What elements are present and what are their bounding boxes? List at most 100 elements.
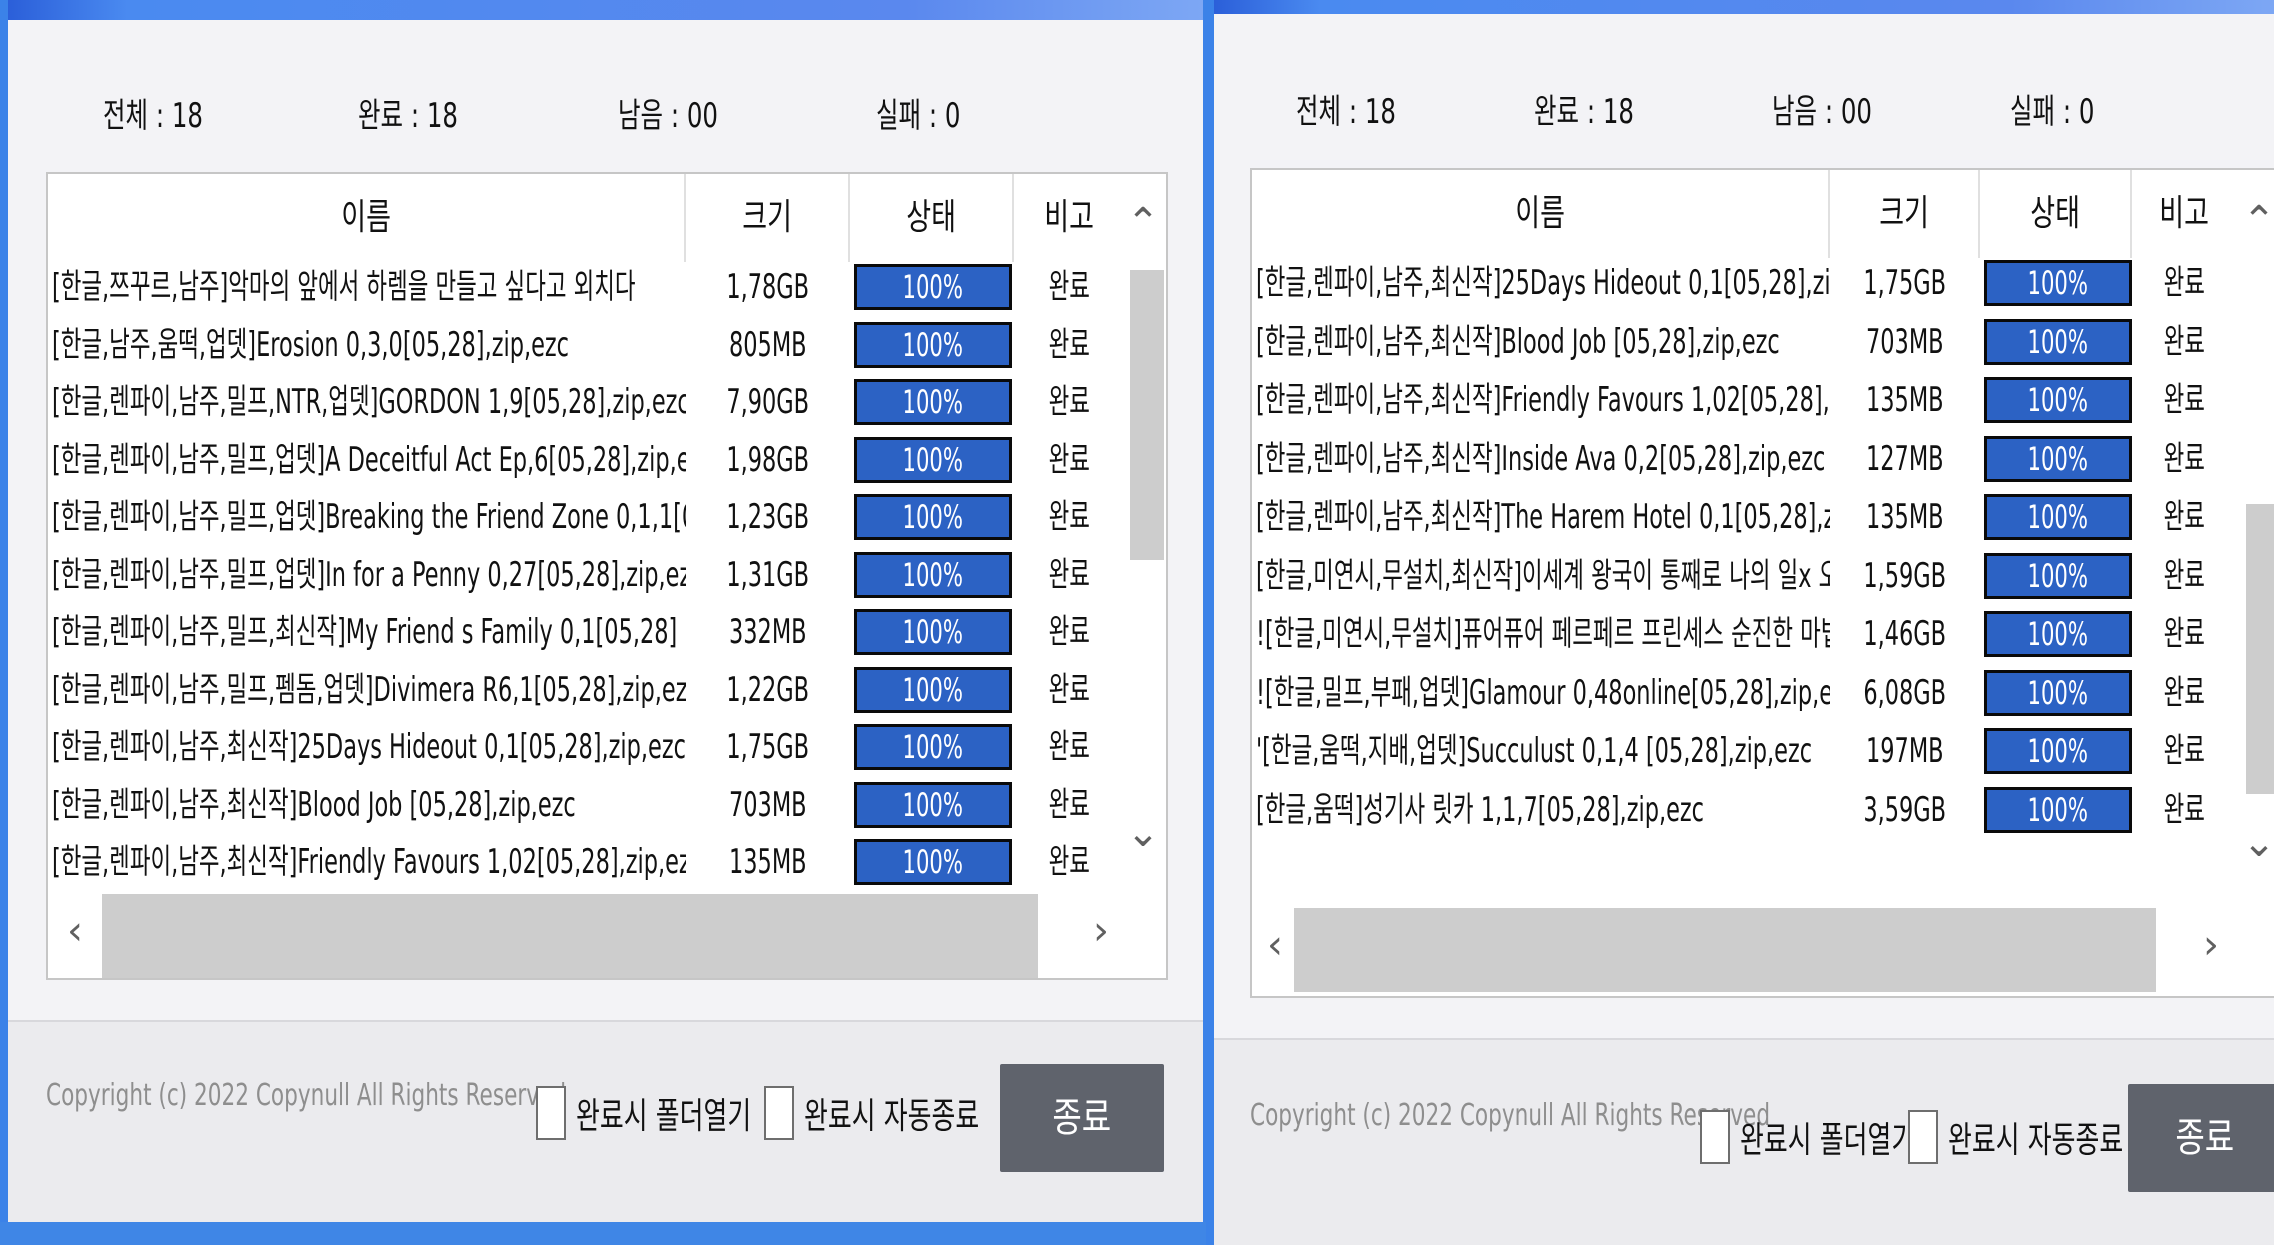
vertical-scroll-thumb[interactable] bbox=[1130, 270, 1164, 560]
left-download-window: 전체 : 18 완료 : 18 남음 : 00 실패 : 0 이름 크기 상태 … bbox=[0, 0, 1206, 1222]
progress-text: 100% bbox=[2027, 556, 2089, 595]
progress-text: 100% bbox=[2027, 498, 2089, 536]
progress-bar: 100% bbox=[854, 781, 1012, 828]
copyright-text: Copyright (c) 2022 Copynull All Rights R… bbox=[46, 1078, 567, 1113]
table-row[interactable]: [한글,렌파이,남주,밀프,업뎃]A Deceitful Act Ep,6[05… bbox=[48, 431, 1124, 489]
horizontal-scroll-thumb[interactable] bbox=[1294, 908, 2156, 992]
column-status[interactable]: 상태 bbox=[850, 174, 1014, 262]
status-note: 완료 bbox=[1048, 382, 1090, 422]
horizontal-scrollbar[interactable]: ‹ › bbox=[48, 886, 1124, 978]
checkbox-box[interactable] bbox=[1908, 1110, 1938, 1164]
progress-text: 100% bbox=[902, 325, 964, 364]
footer: Copyright (c) 2022 Copynull All Rights R… bbox=[1214, 1038, 2274, 1245]
vertical-scrollbar[interactable]: ⌃ ⌄ bbox=[1120, 174, 1166, 886]
status-cell: 100% bbox=[1980, 664, 2132, 722]
exit-button[interactable]: 종료 bbox=[2128, 1084, 2274, 1192]
horizontal-scroll-thumb[interactable] bbox=[102, 894, 1038, 978]
progress-text: 100% bbox=[902, 728, 964, 766]
scroll-left-icon[interactable]: ‹ bbox=[52, 908, 98, 954]
status-note: 완료 bbox=[1048, 554, 1090, 595]
status-note: 완료 bbox=[2163, 380, 2205, 420]
status-cell: 100% bbox=[1980, 254, 2132, 312]
copyright-text: Copyright (c) 2022 Copynull All Rights R… bbox=[1250, 1098, 1771, 1133]
progress-text: 100% bbox=[2027, 615, 2089, 653]
table-row[interactable]: [한글,렌파이,남주,밀프,NTR,업뎃]GORDON 1,9[05,28],z… bbox=[48, 373, 1124, 431]
progress-bar: 100% bbox=[854, 494, 1012, 540]
file-name: [한글,렌파이,남주,밀프,업뎃]Breaking the Friend Zon… bbox=[52, 497, 686, 537]
progress-text: 100% bbox=[902, 785, 964, 824]
scroll-left-icon[interactable]: ‹ bbox=[1252, 922, 1298, 968]
table-row[interactable]: ![한글,밀프,부패,업뎃]Glamour 0,48online[05,28],… bbox=[1252, 664, 2236, 722]
table-row[interactable]: [한글,렌파이,남주,최신작]Inside Ava 0,2[05,28],zip… bbox=[1252, 430, 2236, 488]
column-status[interactable]: 상태 bbox=[1980, 170, 2132, 258]
table-row[interactable]: [한글,렌파이,남주,최신작]25Days Hideout 0,1[05,28]… bbox=[48, 718, 1124, 776]
file-size: 332MB bbox=[729, 612, 807, 652]
table-row[interactable]: [한글,렌파이,남주,최신작]Blood Job [05,28],zip,ezc… bbox=[48, 776, 1124, 834]
horizontal-scrollbar[interactable]: ‹ › bbox=[1252, 900, 2238, 996]
column-size[interactable]: 크기 bbox=[1830, 170, 1980, 258]
exit-button[interactable]: 종료 bbox=[1000, 1064, 1164, 1172]
checkbox-box[interactable] bbox=[536, 1086, 566, 1140]
file-size: 703MB bbox=[1866, 321, 1944, 362]
progress-bar: 100% bbox=[1984, 494, 2132, 540]
table-row[interactable]: [한글,남주,움떡,업뎃]Erosion 0,3,0[05,28],zip,ez… bbox=[48, 316, 1124, 374]
table-row[interactable]: [한글,렌파이,남주,최신작]The Harem Hotel 0,1[05,28… bbox=[1252, 488, 2236, 546]
file-name: [한글,렌파이,남주,밀프,NTR,업뎃]GORDON 1,9[05,28],z… bbox=[52, 382, 686, 422]
file-size: 1,23GB bbox=[726, 497, 810, 537]
title-bar[interactable] bbox=[1214, 0, 2274, 14]
checkbox-box[interactable] bbox=[1700, 1110, 1730, 1164]
vertical-scrollbar[interactable]: ⌃ ⌄ bbox=[2236, 170, 2274, 900]
file-name: [한글,렌파이,남주,최신작]Friendly Favours 1,02[05,… bbox=[1256, 380, 1830, 420]
status-cell: 100% bbox=[850, 661, 1014, 719]
progress-bar: 100% bbox=[854, 839, 1012, 885]
file-size: 197MB bbox=[1866, 731, 1944, 771]
progress-text: 100% bbox=[902, 843, 964, 881]
progress-bar: 100% bbox=[854, 724, 1012, 770]
table-row[interactable]: [한글,렌파이,남주,최신작]Friendly Favours 1,02[05,… bbox=[1252, 371, 2236, 429]
column-name[interactable]: 이름 bbox=[48, 174, 686, 262]
progress-bar: 100% bbox=[854, 264, 1012, 310]
scroll-right-icon[interactable]: › bbox=[1078, 908, 1124, 954]
table-row[interactable]: [한글,렌파이,남주,최신작]Blood Job [05,28],zip,ezc… bbox=[1252, 313, 2236, 371]
table-row[interactable]: [한글,렌파이,남주,밀프,펨돔,업뎃]Divimera R6,1[05,28]… bbox=[48, 661, 1124, 719]
column-note[interactable]: 비고 bbox=[1014, 174, 1124, 262]
progress-text: 100% bbox=[902, 555, 964, 594]
progress-text: 100% bbox=[2027, 264, 2089, 302]
status-cell: 100% bbox=[1980, 605, 2132, 663]
file-table: 이름 크기 상태 비고 [한글,렌파이,남주,최신작]25Days Hideou… bbox=[1250, 168, 2274, 998]
status-cell: 100% bbox=[850, 546, 1014, 604]
file-size: 1,31GB bbox=[726, 554, 810, 595]
checkbox-box[interactable] bbox=[764, 1086, 794, 1140]
table-row[interactable]: '[한글,움떡,지배,업뎃]Succulust 0,1,4 [05,28],zi… bbox=[1252, 722, 2236, 780]
table-row[interactable]: [한글,렌파이,남주,최신작]25Days Hideout 0,1[05,28]… bbox=[1252, 254, 2236, 312]
table-row[interactable]: [한글,움떡]성기사 릿카 1,1,7[05,28],zip,ezc 3,59GB… bbox=[1252, 781, 2236, 839]
scroll-up-icon[interactable]: ⌃ bbox=[1120, 200, 1166, 246]
table-row[interactable]: [한글,미연시,무설치,최신작]이세계 왕국이 통째로 나의 일x 오x 1,59… bbox=[1252, 547, 2236, 605]
status-note: 완료 bbox=[2163, 789, 2205, 830]
stat-done: 완료 : 18 bbox=[358, 96, 459, 136]
table-row[interactable]: [한글,쯔꾸르,남주]악마의 앞에서 하렘을 만들고 싶다고 외치다 1,78GB… bbox=[48, 258, 1124, 316]
vertical-scroll-thumb[interactable] bbox=[2246, 504, 2274, 794]
progress-bar: 100% bbox=[1984, 435, 2132, 482]
status-cell: 100% bbox=[850, 431, 1014, 489]
file-name: [한글,렌파이,남주,최신작]Blood Job [05,28],zip,ezc bbox=[52, 784, 576, 825]
file-size: 127MB bbox=[1866, 438, 1944, 479]
file-size: 1,46GB bbox=[1863, 614, 1947, 654]
file-name: [한글,렌파이,남주,최신작]Friendly Favours 1,02[05,… bbox=[52, 842, 686, 882]
table-row[interactable]: [한글,렌파이,남주,최신작]Friendly Favours 1,02[05,… bbox=[48, 833, 1124, 891]
file-name: [한글,렌파이,남주,최신작]25Days Hideout 0,1[05,28]… bbox=[1256, 263, 1830, 303]
table-row[interactable]: [한글,렌파이,남주,밀프,업뎃]Breaking the Friend Zon… bbox=[48, 488, 1124, 546]
stat-failed: 실패 : 0 bbox=[2010, 92, 2095, 132]
table-row[interactable]: ![한글,미연시,무설치]퓨어퓨어 페르페르 프린세스 순진한 마법 : 1,46… bbox=[1252, 605, 2236, 663]
column-size[interactable]: 크기 bbox=[686, 174, 850, 262]
column-name[interactable]: 이름 bbox=[1252, 170, 1830, 258]
scroll-down-icon[interactable]: ⌄ bbox=[2236, 820, 2274, 866]
scroll-right-icon[interactable]: › bbox=[2188, 922, 2234, 968]
table-row[interactable]: [한글,렌파이,남주,밀프,최신작]My Friend s Family 0,1… bbox=[48, 603, 1124, 661]
scroll-down-icon[interactable]: ⌄ bbox=[1120, 810, 1166, 856]
column-note[interactable]: 비고 bbox=[2132, 170, 2236, 258]
scroll-up-icon[interactable]: ⌃ bbox=[2236, 198, 2274, 244]
title-bar[interactable] bbox=[8, 0, 1203, 20]
table-row[interactable]: [한글,렌파이,남주,밀프,업뎃]In for a Penny 0,27[05,… bbox=[48, 546, 1124, 604]
status-note: 완료 bbox=[2163, 497, 2205, 537]
